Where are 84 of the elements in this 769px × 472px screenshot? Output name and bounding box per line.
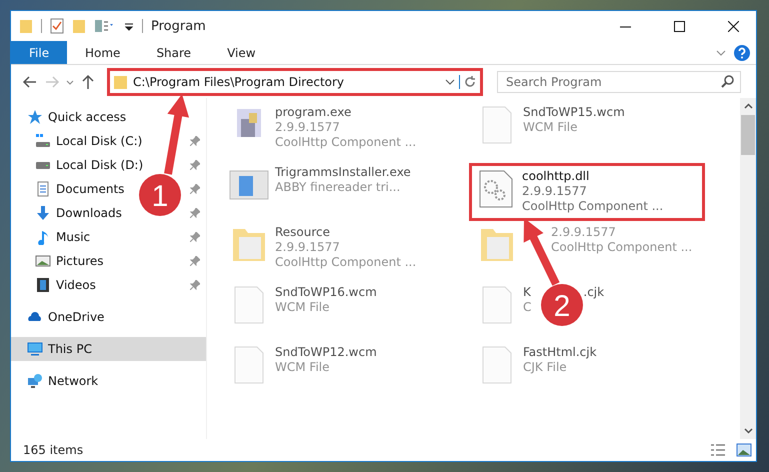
download-arrow-icon — [35, 205, 51, 221]
file-item[interactable]: TrigrammsInstaller.exe ABBY finereader tri... — [225, 163, 415, 221]
address-bar[interactable]: C:\Program Files\Program Directory — [107, 68, 483, 96]
file-item[interactable]: SndToWP15.wcm WCM File — [473, 103, 629, 161]
pin-icon[interactable] — [190, 232, 200, 242]
file-detail: 2.9.9.1577 — [551, 225, 616, 239]
large-icons-view-icon[interactable] — [736, 443, 752, 457]
folder-icon — [113, 74, 129, 90]
pin-icon[interactable] — [190, 136, 200, 146]
file-detail: 2.9.9.1577 — [275, 120, 340, 134]
file-item[interactable]: SndToWP16.wcm WCM File — [225, 283, 381, 341]
file-detail: WCM File — [275, 300, 330, 314]
close-icon[interactable] — [728, 20, 738, 32]
scroll-down-icon[interactable] — [744, 426, 752, 435]
pin-icon[interactable] — [190, 160, 200, 170]
file-detail: CoolHttp Component ... — [551, 240, 692, 254]
sidebar-item[interactable]: Pictures — [11, 249, 108, 273]
sidebar-item[interactable]: Quick access — [11, 105, 130, 129]
document-icon — [35, 181, 51, 197]
file-detail: ABBY finereader tri... — [275, 180, 400, 194]
file-name: TrigrammsInstaller.exe — [275, 165, 411, 179]
file-name: SndToWP16.wcm — [275, 285, 377, 299]
pin-icon[interactable] — [190, 208, 200, 218]
file-name: SndToWP15.wcm — [523, 105, 625, 119]
sidebar-item[interactable]: This PC — [11, 337, 206, 361]
file-name: coolhttp.dll — [522, 169, 590, 183]
sidebar-item[interactable]: Music — [11, 225, 94, 249]
file-detail: 2.9.9.1577 — [275, 240, 340, 254]
file-detail: 2.9.9.1577 — [522, 184, 587, 198]
sidebar-item[interactable]: Videos — [11, 273, 100, 297]
file-menu-button[interactable]: File — [11, 41, 67, 64]
sidebar-item[interactable]: Network — [11, 369, 102, 393]
file-item[interactable]: Resource 2.9.9.1577 CoolHttp Component ... — [225, 223, 420, 281]
ribbon-tab[interactable]: Home — [67, 41, 138, 64]
file-detail: CoolHttp Component ... — [522, 199, 664, 213]
drive-icon — [35, 133, 51, 149]
file-item[interactable]: SndToWP12.wcm WCM File — [225, 343, 381, 401]
file-name: K — [523, 285, 531, 299]
ribbon-tab[interactable]: Share — [138, 41, 210, 64]
dropdown-icon[interactable] — [445, 76, 455, 86]
pin-icon[interactable] — [190, 256, 200, 266]
step-number: 1 — [152, 180, 168, 213]
scroll-thumb[interactable] — [741, 115, 755, 155]
details-view-icon[interactable] — [710, 443, 726, 457]
sidebar-item[interactable]: Downloads — [11, 201, 126, 225]
file-detail: CoolHttp Component ... — [275, 135, 416, 149]
step-number: 2 — [554, 290, 570, 323]
scroll-up-icon[interactable] — [744, 102, 752, 111]
file-name: Resource — [275, 225, 330, 239]
sidebar-item[interactable]: Documents — [11, 177, 128, 201]
file-detail: WCM File — [523, 120, 578, 134]
picture-icon — [35, 253, 51, 269]
sidebar-item[interactable]: Local Disk (D:) — [11, 153, 148, 177]
item-count: 165 items — [23, 443, 84, 457]
file-name: program.exe — [275, 105, 352, 119]
scrollbar[interactable] — [740, 98, 756, 439]
file-detail: CoolHttp Component ... — [275, 255, 416, 269]
file-name: .cjk — [583, 284, 604, 299]
properties-icon[interactable] — [94, 18, 116, 34]
ribbon-tab[interactable]: View — [209, 41, 274, 64]
star-icon — [27, 109, 43, 125]
file-item[interactable]: coolhttp.dll 2.9.9.1577 CoolHttp Component ... — [469, 163, 705, 221]
file-detail: WCM File — [275, 360, 330, 374]
pin-icon[interactable] — [190, 280, 200, 290]
file-detail: CJK File — [523, 360, 567, 374]
search-icon — [721, 75, 734, 88]
file-detail: C — [523, 300, 532, 314]
monitor-icon — [27, 341, 43, 357]
sidebar-item[interactable]: OneDrive — [11, 305, 108, 329]
search-box[interactable]: Search Program — [497, 70, 741, 92]
maximize-icon[interactable] — [674, 20, 684, 32]
expand-ribbon-icon[interactable] — [716, 48, 726, 58]
file-item[interactable]: K C — [473, 283, 536, 341]
window-title: Program — [151, 18, 207, 34]
file-name: FastHtml.cjk — [523, 345, 597, 359]
file-item[interactable]: FastHtml.cjk CJK File — [473, 343, 601, 401]
help-icon[interactable] — [734, 44, 750, 60]
checklist-icon[interactable] — [50, 18, 64, 34]
film-icon — [35, 277, 51, 293]
file-item[interactable]: program.exe 2.9.9.1577 CoolHttp Component ... — [225, 103, 420, 161]
file-name: SndToWP12.wcm — [275, 345, 377, 359]
network-icon — [27, 373, 43, 389]
sidebar-item[interactable]: Local Disk (C:) — [11, 129, 146, 153]
pin-icon[interactable] — [190, 184, 200, 194]
